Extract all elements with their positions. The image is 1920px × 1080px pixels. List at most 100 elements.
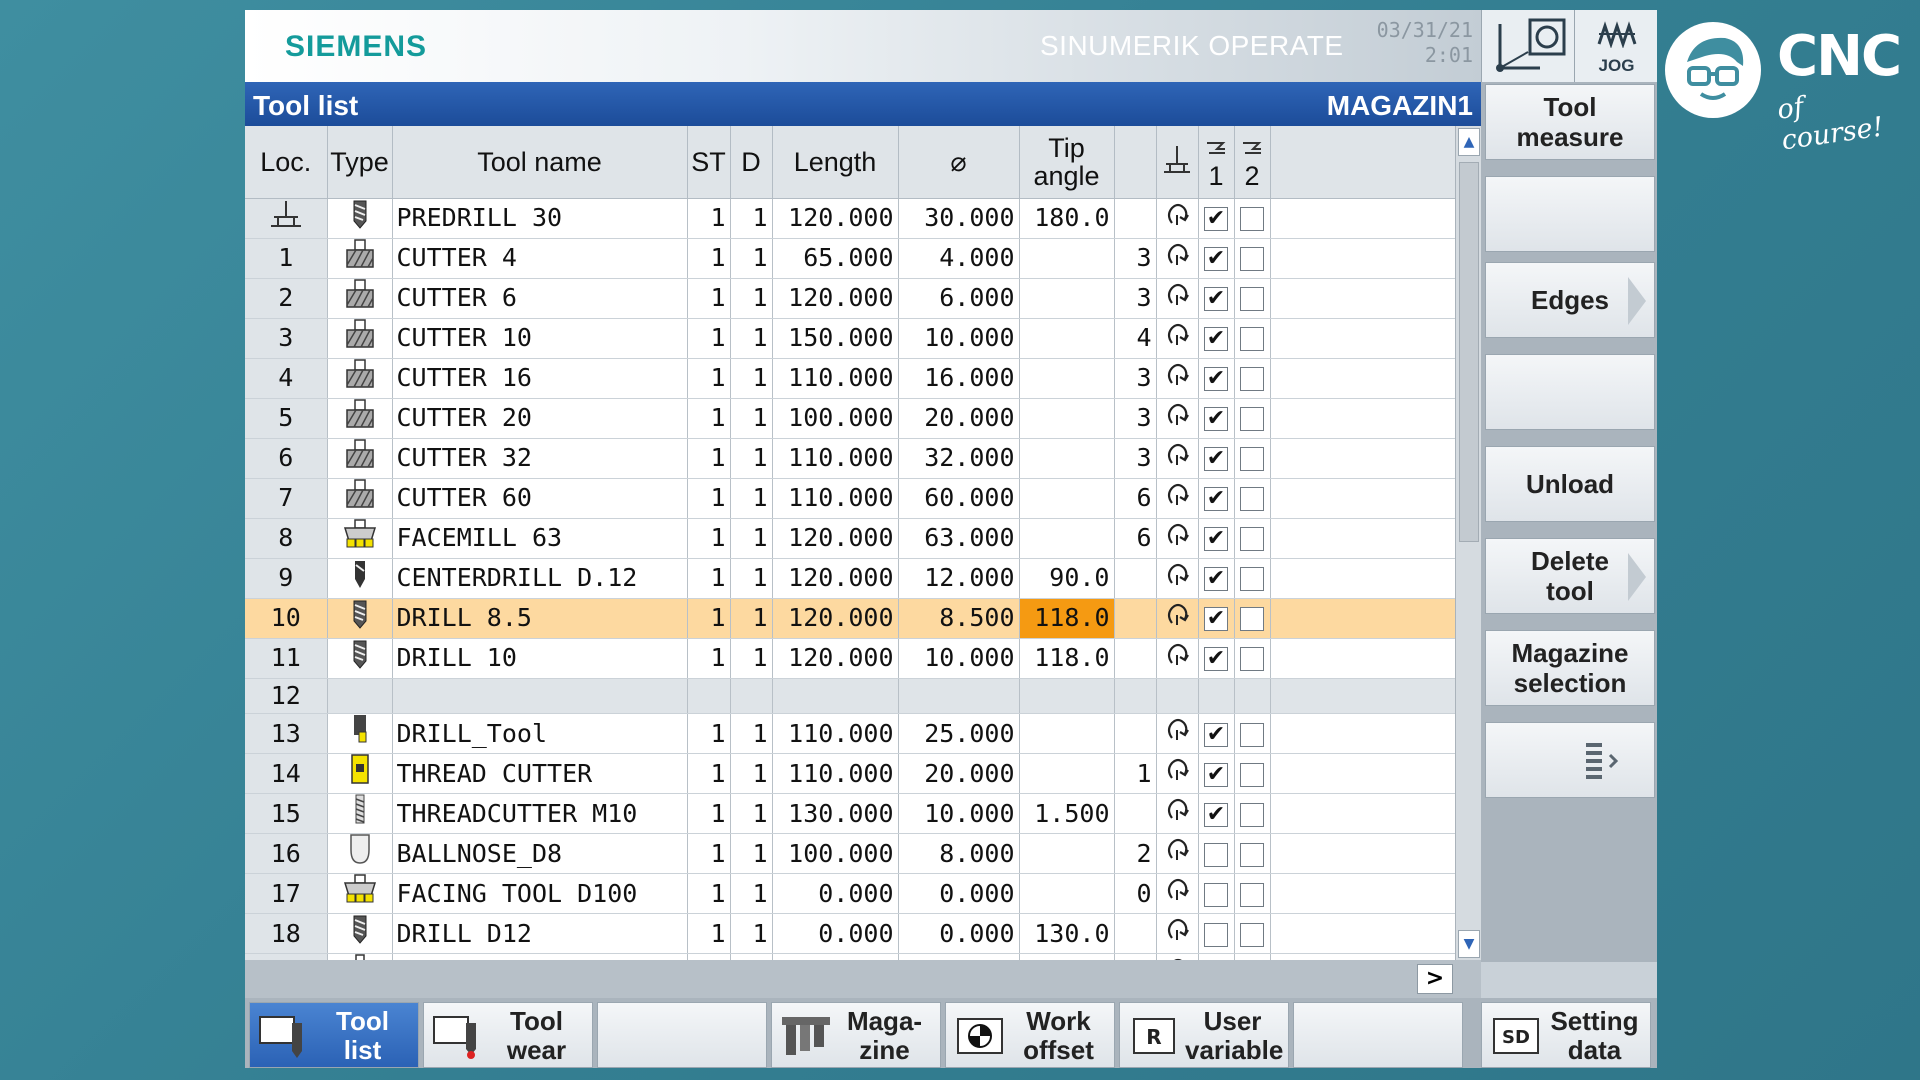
cell-tool-name[interactable]: CUTTER 4 xyxy=(392,238,688,279)
softkey-horizontal-8[interactable]: SD Setting data xyxy=(1481,1002,1651,1068)
cell-coolant-1[interactable]: ✔ xyxy=(1198,278,1235,319)
coolant2-checkbox[interactable] xyxy=(1240,607,1264,631)
cell-spindle[interactable] xyxy=(1156,833,1199,874)
cell-diameter[interactable]: 63.000 xyxy=(898,518,1020,559)
table-row[interactable]: 5 CUTTER 20 1 1 100.000 20.000 3 ✔ xyxy=(245,398,1455,439)
cell-loc[interactable]: 13 xyxy=(245,713,328,754)
cell-tip-angle[interactable] xyxy=(1019,238,1115,279)
cell-loc[interactable]: 2 xyxy=(245,278,328,319)
coolant1-checkbox[interactable]: ✔ xyxy=(1204,247,1228,271)
cell-st[interactable]: 1 xyxy=(687,238,731,279)
cell-loc[interactable]: 14 xyxy=(245,753,328,794)
col-coolant-2[interactable]: 2 xyxy=(1234,126,1271,199)
cell-st[interactable]: 1 xyxy=(687,793,731,834)
cell-type[interactable] xyxy=(327,518,393,559)
cell-type[interactable] xyxy=(327,598,393,639)
table-row[interactable]: 4 CUTTER 16 1 1 110.000 16.000 3 ✔ xyxy=(245,358,1455,399)
scroll-thumb[interactable] xyxy=(1459,162,1479,542)
cell-filler[interactable] xyxy=(1270,753,1455,794)
cell-filler[interactable] xyxy=(1270,398,1455,439)
cell-type[interactable] xyxy=(327,318,393,359)
cell-loc[interactable]: 12 xyxy=(245,678,328,714)
cell-loc[interactable]: 18 xyxy=(245,913,328,954)
cell-loc[interactable]: 16 xyxy=(245,833,328,874)
cell-tip-angle[interactable] xyxy=(1019,518,1115,559)
cell-st[interactable]: 1 xyxy=(687,753,731,794)
cell-d[interactable]: 1 xyxy=(730,793,773,834)
cell-st[interactable]: 1 xyxy=(687,833,731,874)
cell-coolant-1[interactable]: ✔ xyxy=(1198,793,1235,834)
cell-coolant-1[interactable]: ✔ xyxy=(1198,318,1235,359)
cell-coolant-1[interactable]: ✔ xyxy=(1198,638,1235,679)
cell-empty[interactable] xyxy=(772,678,899,714)
cell-length[interactable]: 120.000 xyxy=(772,198,899,239)
cell-diameter[interactable]: 60.000 xyxy=(898,478,1020,519)
cell-empty[interactable] xyxy=(898,678,1020,714)
cell-loc[interactable]: 15 xyxy=(245,793,328,834)
cell-coolant-1[interactable]: ✔ xyxy=(1198,238,1235,279)
table-row[interactable]: 15 THREADCUTTER M10 1 1 130.000 10.000 1.500 ✔ xyxy=(245,793,1455,834)
coolant2-checkbox[interactable] xyxy=(1240,842,1264,867)
col-type[interactable]: Type xyxy=(327,126,393,199)
table-row[interactable]: 6 CUTTER 32 1 1 110.000 32.000 3 ✔ xyxy=(245,438,1455,479)
cell-st[interactable]: 1 xyxy=(687,438,731,479)
cell-type[interactable] xyxy=(327,558,393,599)
col-length[interactable]: Length xyxy=(772,126,899,199)
cell-d[interactable]: 1 xyxy=(730,873,773,914)
scroll-right-button[interactable]: > xyxy=(1417,964,1453,994)
cell-loc[interactable]: 4 xyxy=(245,358,328,399)
cell-tool-name[interactable]: CUTTER 32 xyxy=(392,438,688,479)
cell-filler[interactable] xyxy=(1270,438,1455,479)
cell-diameter[interactable]: 10.000 xyxy=(898,638,1020,679)
cell-st[interactable]: 1 xyxy=(687,913,731,954)
cell-teeth[interactable]: 3 xyxy=(1114,358,1157,399)
table-row[interactable]: 13 DRILL_Tool 1 1 110.000 25.000 ✔ xyxy=(245,713,1455,754)
cell-type[interactable] xyxy=(327,833,393,874)
cell-teeth[interactable] xyxy=(1114,793,1157,834)
cell-st[interactable]: 1 xyxy=(687,278,731,319)
cell-spindle[interactable] xyxy=(1156,278,1199,319)
coolant1-checkbox[interactable]: ✔ xyxy=(1204,407,1228,431)
cell-d[interactable]: 1 xyxy=(730,318,773,359)
cell-tip-angle[interactable]: 130.0 xyxy=(1019,913,1115,954)
cell-tool-name[interactable]: THREAD CUTTER xyxy=(392,753,688,794)
cell-loc[interactable]: 3 xyxy=(245,318,328,359)
cell-tool-name[interactable]: CUTTER 60 xyxy=(392,478,688,519)
coolant2-checkbox[interactable] xyxy=(1240,407,1264,431)
cell-d[interactable]: 1 xyxy=(730,238,773,279)
cell-tool-name[interactable]: PREDRILL 30 xyxy=(392,198,688,239)
cell-loc[interactable] xyxy=(245,198,328,239)
cell-filler[interactable] xyxy=(1270,913,1455,954)
cell-d[interactable]: 1 xyxy=(730,198,773,239)
cell-type[interactable] xyxy=(327,398,393,439)
table-row[interactable]: 11 DRILL 10 1 1 120.000 10.000 118.0 ✔ xyxy=(245,638,1455,679)
cell-spindle[interactable] xyxy=(1156,713,1199,754)
cell-empty[interactable] xyxy=(1234,678,1271,714)
cell-loc[interactable]: 11 xyxy=(245,638,328,679)
cell-loc[interactable]: 17 xyxy=(245,873,328,914)
softkey-vertical-5[interactable]: Unload xyxy=(1485,446,1655,522)
cell-spindle[interactable] xyxy=(1156,638,1199,679)
cell-d[interactable]: 1 xyxy=(730,833,773,874)
cell-length[interactable]: 130.000 xyxy=(772,793,899,834)
cell-d[interactable]: 1 xyxy=(730,598,773,639)
cell-coolant-2[interactable] xyxy=(1234,238,1271,279)
cell-filler[interactable] xyxy=(1270,518,1455,559)
cell-diameter[interactable]: 6.000 xyxy=(898,278,1020,319)
cell-length[interactable]: 150.000 xyxy=(772,318,899,359)
cell-coolant-2[interactable] xyxy=(1234,638,1271,679)
cell-tool-name[interactable]: CUTTER 10 xyxy=(392,318,688,359)
cell-coolant-1[interactable]: ✔ xyxy=(1198,478,1235,519)
coolant1-checkbox[interactable]: ✔ xyxy=(1204,367,1228,391)
table-row[interactable]: 2 CUTTER 6 1 1 120.000 6.000 3 ✔ xyxy=(245,278,1455,319)
softkey-vertical-2[interactable] xyxy=(1485,176,1655,252)
cell-st[interactable]: 1 xyxy=(687,318,731,359)
table-row[interactable]: 18 DRILL D12 1 1 0.000 0.000 130.0 xyxy=(245,913,1455,954)
cell-coolant-2[interactable] xyxy=(1234,278,1271,319)
cell-empty[interactable] xyxy=(1198,678,1235,714)
cell-tip-angle[interactable] xyxy=(1019,713,1115,754)
cell-coolant-1[interactable] xyxy=(1198,873,1235,914)
cell-diameter[interactable]: 20.000 xyxy=(898,753,1020,794)
cell-filler[interactable] xyxy=(1270,638,1455,679)
cell-spindle[interactable] xyxy=(1156,793,1199,834)
